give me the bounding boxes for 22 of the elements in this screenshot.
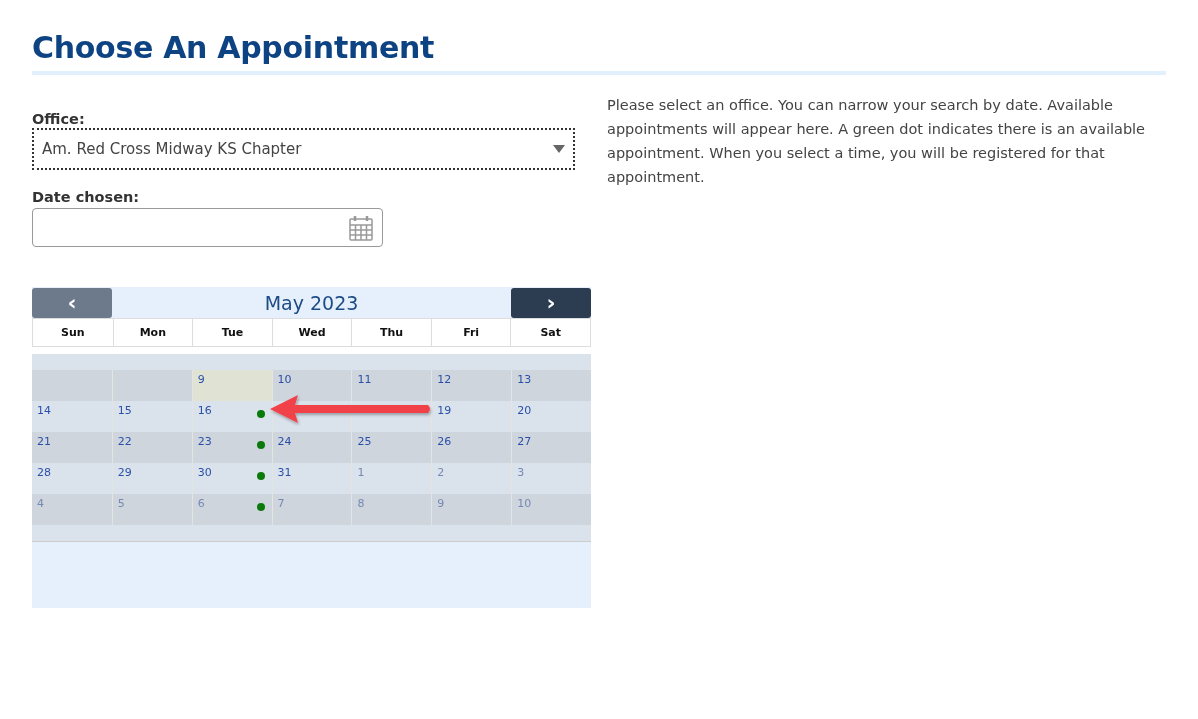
calendar-day[interactable]: 21: [32, 432, 112, 463]
office-label: Office:: [32, 111, 86, 127]
weekday-header: Mon: [112, 319, 193, 346]
weekday-header: Fri: [430, 319, 511, 346]
weekday-header: Sun: [60, 325, 86, 341]
weekday-header: Thu: [351, 319, 431, 346]
calendar-day[interactable]: 28: [32, 463, 112, 494]
date-field[interactable]: [32, 208, 383, 247]
caret-icon: [553, 145, 565, 153]
weekday-header: Tue: [192, 319, 272, 346]
weekday-header: Wed: [271, 319, 352, 346]
calendar-day[interactable]: 9: [191, 370, 272, 401]
next-month-button[interactable]: ›: [511, 287, 591, 318]
calendar-day[interactable]: 14: [32, 401, 112, 432]
calendar-icon: [349, 214, 373, 241]
date-label: Date chosen:: [32, 189, 141, 205]
help-text: Please select an office. You can narrow your search by date. Available appointments will appear here. A green dot indicates there is an available appointment. When you select a time, you will be registered for that appointment.: [607, 96, 1147, 187]
page-title: Choose An Appointment: [32, 30, 1166, 75]
month-title: May 2023: [263, 291, 360, 314]
previous-month-button[interactable]: ‹: [32, 287, 112, 318]
office-dropdown[interactable]: Am. Red Cross Midway KS Chapter: [32, 128, 575, 170]
weekday-header: Sat: [510, 319, 590, 346]
